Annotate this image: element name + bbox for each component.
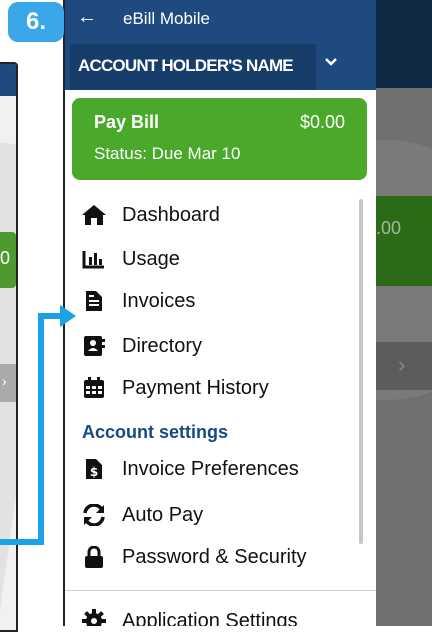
address-book-icon [80, 335, 108, 357]
background-app-amount: .00 [376, 218, 402, 238]
calendar-icon [80, 377, 108, 399]
settings-footer: Application Settings [65, 590, 376, 626]
menu-item-directory[interactable]: Directory [80, 328, 202, 364]
menu-item-invoice-preferences[interactable]: $ Invoice Preferences [80, 451, 299, 487]
home-icon [80, 204, 108, 226]
section-account-settings: Account settings [82, 422, 229, 442]
menu-label-payment-history: Payment History [122, 376, 269, 399]
back-arrow-icon[interactable]: ← [77, 6, 97, 29]
invoice-dollar-icon: $ [80, 458, 108, 480]
menu-label-directory: Directory [122, 334, 203, 357]
menu-item-payment-history[interactable]: Payment History [80, 370, 269, 406]
connector-line-vertical [38, 313, 44, 545]
pay-bill-label: Pay Bill [94, 112, 160, 132]
background-app-header [376, 0, 432, 88]
background-chevron-icon: › [398, 352, 406, 377]
menu-label-dashboard: Dashboard [122, 203, 220, 226]
lock-icon [80, 546, 108, 568]
gear-icon [80, 609, 108, 626]
sync-icon [80, 504, 108, 526]
background-app-paybill [376, 196, 432, 286]
pay-bill-status: Status: Due Mar 10 [94, 144, 241, 163]
menu-item-usage[interactable]: Usage [80, 241, 180, 277]
app-bar: ← eBill Mobile [65, 0, 376, 44]
left-phone-chevron-icon: › [2, 373, 7, 389]
step-badge: 6. [8, 2, 64, 42]
left-phone-preview: 0 › [0, 62, 18, 632]
menu-label-password-security: Password & Security [122, 545, 307, 568]
navigation-drawer: ← eBill Mobile ACCOUNT HOLDER'S NAME Pay… [63, 0, 376, 626]
document-icon [80, 290, 108, 312]
menu-item-password-security[interactable]: Password & Security [80, 539, 307, 575]
connector-line-top [38, 313, 62, 319]
pay-bill-button[interactable]: Pay Bill $0.00 Status: Due Mar 10 [72, 98, 367, 180]
left-phone-header [0, 64, 16, 96]
menu-item-application-settings[interactable]: Application Settings [80, 603, 298, 626]
menu-label-application-settings: Application Settings [122, 609, 298, 627]
chevron-down-icon[interactable] [323, 54, 339, 75]
menu-item-auto-pay[interactable]: Auto Pay [80, 497, 203, 533]
bar-chart-icon [80, 248, 108, 270]
menu-item-dashboard[interactable]: Dashboard [80, 197, 220, 233]
account-name: ACCOUNT HOLDER'S NAME [78, 56, 294, 75]
menu-label-invoices: Invoices [122, 289, 196, 312]
account-name-box: ACCOUNT HOLDER'S NAME [70, 44, 316, 90]
app-title: eBill Mobile [123, 9, 210, 28]
pay-bill-amount: $0.00 [299, 112, 345, 132]
svg-text:$: $ [90, 465, 98, 479]
connector-arrow-icon [60, 305, 76, 327]
left-phone-green-bar: 0 [0, 232, 16, 288]
menu-item-invoices[interactable]: Invoices [80, 283, 195, 319]
menu-label-invoice-preferences: Invoice Preferences [122, 457, 299, 480]
scrollbar[interactable] [359, 199, 363, 544]
menu-label-auto-pay: Auto Pay [122, 503, 204, 526]
left-phone-green-text: 0 [0, 248, 11, 268]
left-phone-gray-bar: › [0, 364, 16, 402]
background-app: .00 › [376, 0, 432, 626]
account-selector[interactable]: ACCOUNT HOLDER'S NAME [65, 44, 376, 90]
menu-label-usage: Usage [122, 247, 180, 270]
